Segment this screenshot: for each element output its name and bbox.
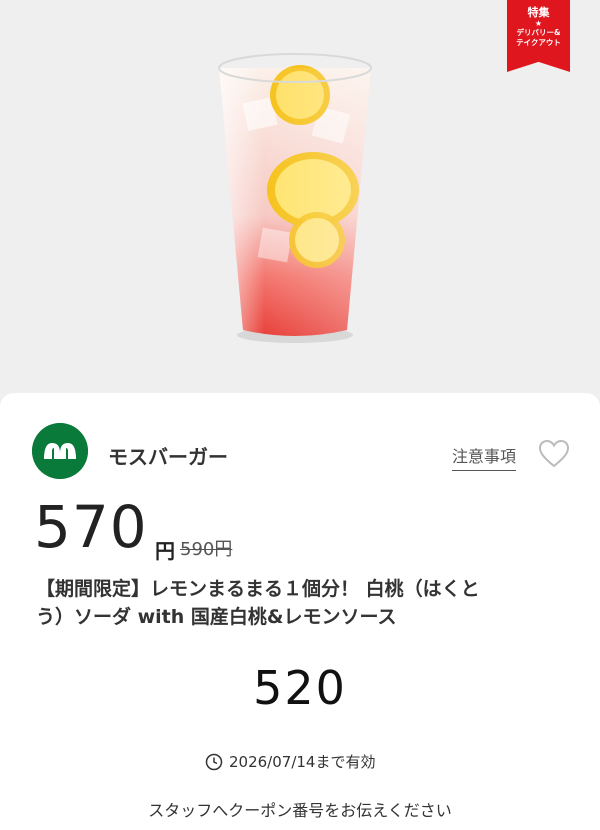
product-image-area: 特集 ★ デリバリー& テイクアウト <box>0 0 600 400</box>
coupon-code: 520 <box>253 661 347 715</box>
mos-burger-logo <box>32 423 88 479</box>
badge-title: 特集 <box>527 6 550 19</box>
delivery-takeout-badge[interactable]: 特集 ★ デリバリー& テイクアウト <box>507 0 570 72</box>
clock-icon <box>205 753 223 770</box>
product-title: 【期間限定】レモンまるまる１個分！ 白桃（はくと う）ソーダ with 国産白桃… <box>36 575 576 631</box>
badge-star: ★ <box>534 19 543 28</box>
price-unit: 円 <box>155 539 175 563</box>
coupon-card: モスバーガー 注意事項 570 円 590円 【期間限定】レモンまるまる１個分！… <box>0 393 600 830</box>
current-price: 570 <box>34 493 148 561</box>
product-title-line2: う）ソーダ with 国産白桃&レモンソース <box>36 606 397 628</box>
brand-name: モスバーガー <box>108 445 228 469</box>
badge-line-takeout: テイクアウト <box>516 38 561 47</box>
badge-line-delivery: デリバリー& <box>516 28 561 37</box>
notice-link[interactable]: 注意事項 <box>452 443 517 471</box>
original-price: 590円 <box>180 539 233 560</box>
heart-icon[interactable] <box>538 439 570 469</box>
product-title-line1: 【期間限定】レモンまるまる１個分！ 白桃（はくと <box>36 578 480 600</box>
valid-until-text: 2026/07/14まで有効 <box>229 753 376 771</box>
lemon-peach-soda-image <box>218 53 372 343</box>
validity: 2026/07/14まで有効 <box>205 751 375 772</box>
staff-instruction: スタッフへクーポン番号をお伝えください <box>148 801 452 820</box>
